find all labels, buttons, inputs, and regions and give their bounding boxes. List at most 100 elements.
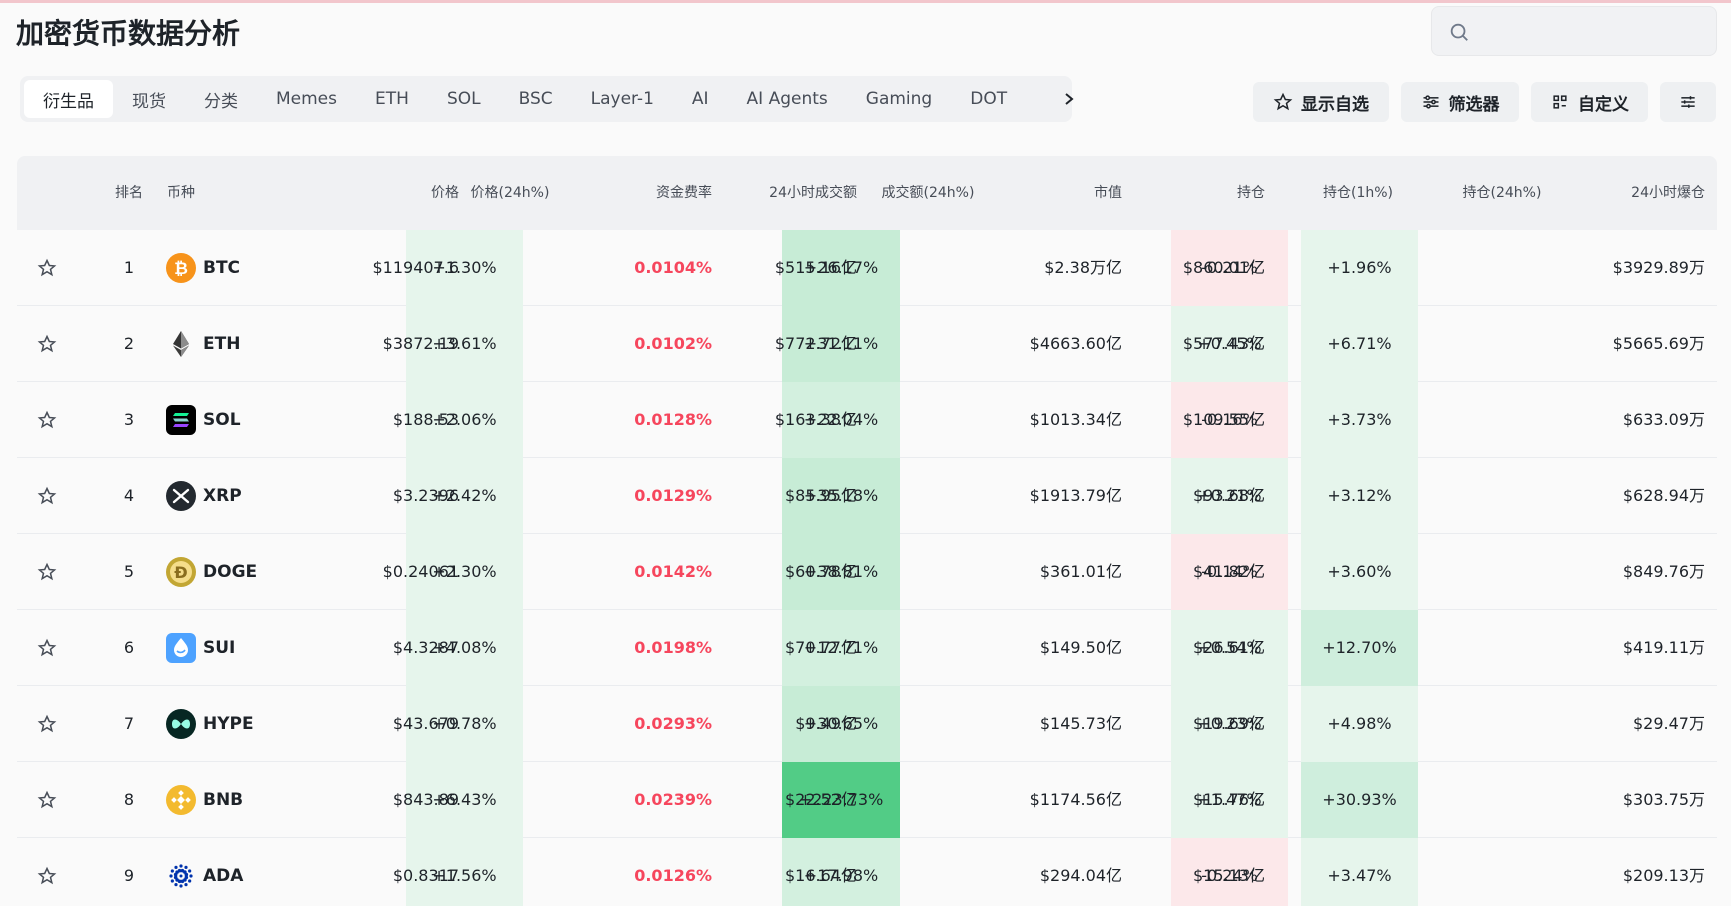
ethereum-icon: [166, 329, 196, 359]
volume-change: +223.73%: [798, 790, 884, 809]
liquidations-24h: $633.09万: [1622, 410, 1705, 429]
filter-button[interactable]: 筛选器: [1401, 82, 1519, 122]
tab-6[interactable]: BSC: [500, 80, 572, 118]
column-settings-button[interactable]: [1660, 82, 1716, 122]
coin-symbol[interactable]: DOGE: [203, 534, 257, 610]
oi-change-1h: +1.47%: [1197, 790, 1262, 809]
table-row[interactable]: 4 XRP $3.2396 +2.42% 0.0129% $85.95亿 +35.18% $1…: [17, 458, 1717, 534]
coin-symbol[interactable]: SOL: [203, 382, 241, 458]
header-oi24h[interactable]: 持仓(24h%): [1437, 156, 1567, 230]
change24h: +1.56%: [432, 866, 497, 885]
liquidations-24h: $628.94万: [1622, 486, 1705, 505]
oi-change-1h: +0.21%: [1197, 486, 1262, 505]
market-cap: $4663.60亿: [1029, 334, 1122, 353]
table-row[interactable]: 7 HYPE $43.679 +0.78% 0.0293% $9.49亿 +30.65% $1…: [17, 686, 1717, 762]
change24h: +2.42%: [432, 486, 497, 505]
grid-icon: [1553, 95, 1567, 109]
header-rank[interactable]: 排名: [99, 156, 159, 230]
star-icon[interactable]: [37, 790, 57, 810]
chevron-right-icon: [1065, 93, 1074, 105]
page-title: 加密货币数据分析: [16, 17, 241, 50]
table-row[interactable]: 1 ₿ BTC $119407.6 +1.30% 0.0104% $515.16亿 +26.1…: [17, 230, 1717, 306]
header-mcap[interactable]: 市值: [997, 156, 1122, 230]
tab-2[interactable]: 分类: [185, 80, 257, 118]
star-icon[interactable]: [37, 866, 57, 886]
oi-change-24h: +3.73%: [1327, 410, 1392, 429]
liquidations-24h: $29.47万: [1633, 714, 1705, 733]
coin-symbol[interactable]: SUI: [203, 610, 235, 686]
tab-9[interactable]: AI Agents: [728, 80, 847, 118]
tab-11[interactable]: DOT: [951, 80, 1026, 118]
table-row[interactable]: 5 Ð DOGE $0.24061 +2.30% 0.0142% $60.78亿 +38.81…: [17, 534, 1717, 610]
header-liq24h[interactable]: 24小时爆仓: [1577, 156, 1717, 230]
market-cap: $1913.79亿: [1029, 486, 1122, 505]
tab-10[interactable]: Gaming: [847, 80, 951, 118]
volume-change: +22.04%: [803, 410, 879, 429]
volume-change: +17.98%: [803, 866, 879, 885]
star-icon[interactable]: [37, 562, 57, 582]
market-cap: $145.73亿: [1039, 714, 1122, 733]
market-cap: $1013.34亿: [1029, 410, 1122, 429]
funding-rate: 0.0142%: [634, 562, 712, 581]
rank: 6: [123, 638, 135, 657]
header-oi[interactable]: 持仓: [1127, 156, 1265, 230]
coin-symbol[interactable]: ADA: [203, 838, 243, 906]
dogecoin-icon: Ð: [166, 557, 196, 587]
funding-rate: 0.0239%: [634, 790, 712, 809]
funding-rate: 0.0102%: [634, 334, 712, 353]
customize-button[interactable]: 自定义: [1531, 82, 1648, 122]
coin-symbol[interactable]: BTC: [203, 230, 240, 306]
bitcoin-icon: ₿: [166, 253, 196, 283]
star-icon[interactable]: [37, 334, 57, 354]
rank: 1: [123, 258, 135, 277]
star-icon[interactable]: [37, 638, 57, 658]
oi-change-24h: +3.12%: [1327, 486, 1392, 505]
funding-rate: 0.0129%: [634, 486, 712, 505]
sui-icon: [166, 633, 196, 663]
xrp-icon: [166, 481, 196, 511]
tab-4[interactable]: ETH: [356, 80, 428, 118]
hyperliquid-icon: [166, 709, 196, 739]
oi-change-1h: +0.54%: [1197, 638, 1262, 657]
table-row[interactable]: 9 ADA $0.8317 +1.56% 0.0126% $16.64亿 +17.98% $2…: [17, 838, 1717, 906]
show-watchlist-button[interactable]: 显示自选: [1253, 82, 1389, 122]
market-cap: $2.38万亿: [1044, 258, 1122, 277]
tab-5[interactable]: SOL: [428, 80, 500, 118]
header-coin[interactable]: 币种: [167, 156, 247, 230]
tab-0[interactable]: 衍生品: [24, 80, 113, 118]
oi-change-24h: +30.93%: [1322, 790, 1397, 809]
star-icon[interactable]: [37, 258, 57, 278]
tab-3[interactable]: Memes: [257, 80, 356, 118]
table-row[interactable]: 8 BNB $843.89 +6.43% 0.0239% $22.52亿 +223.73% $…: [17, 762, 1717, 838]
oi-change-24h: +1.96%: [1327, 258, 1392, 277]
coin-symbol[interactable]: HYPE: [203, 686, 254, 762]
table-row[interactable]: 3 SOL $188.53 +2.06% 0.0128% $163.38亿 +22.04% $…: [17, 382, 1717, 458]
header-volchange[interactable]: 成交额(24h%): [863, 156, 993, 230]
search-icon: [1450, 23, 1468, 41]
oi-change-1h: -0.24%: [1201, 866, 1258, 885]
tabs-next-button[interactable]: [1056, 86, 1082, 112]
coin-symbol[interactable]: ETH: [203, 306, 240, 382]
tab-7[interactable]: Layer-1: [572, 80, 673, 118]
star-icon[interactable]: [37, 714, 57, 734]
tab-1[interactable]: 现货: [113, 80, 185, 118]
star-icon[interactable]: [37, 486, 57, 506]
show-watchlist-label: 显示自选: [1301, 94, 1369, 115]
table-row[interactable]: 6 SUI $4.3287 +4.08% 0.0198% $70.77亿 +12.71% $1…: [17, 610, 1717, 686]
filter-sliders-icon: [1423, 95, 1438, 109]
header-oi1h[interactable]: 持仓(1h%): [1293, 156, 1423, 230]
tab-8[interactable]: AI: [673, 80, 728, 118]
header-funding[interactable]: 资金费率: [577, 156, 712, 230]
table-body: 1 ₿ BTC $119407.6 +1.30% 0.0104% $515.16亿 +26.1…: [17, 230, 1717, 906]
star-icon[interactable]: [37, 410, 57, 430]
funding-rate: 0.0128%: [634, 410, 712, 429]
change24h: +2.30%: [432, 562, 497, 581]
oi-change-24h: +4.98%: [1327, 714, 1392, 733]
header-change24h[interactable]: 价格(24h%): [445, 156, 575, 230]
coin-symbol[interactable]: XRP: [203, 458, 242, 534]
coin-symbol[interactable]: BNB: [203, 762, 243, 838]
search-input[interactable]: [1431, 6, 1717, 56]
header-volume24h[interactable]: 24小时成交额: [717, 156, 857, 230]
table-row[interactable]: 2 ETH $3872.19 +3.61% 0.0102% $772.72亿 +31.11%…: [17, 306, 1717, 382]
header-price[interactable]: 价格: [277, 156, 459, 230]
